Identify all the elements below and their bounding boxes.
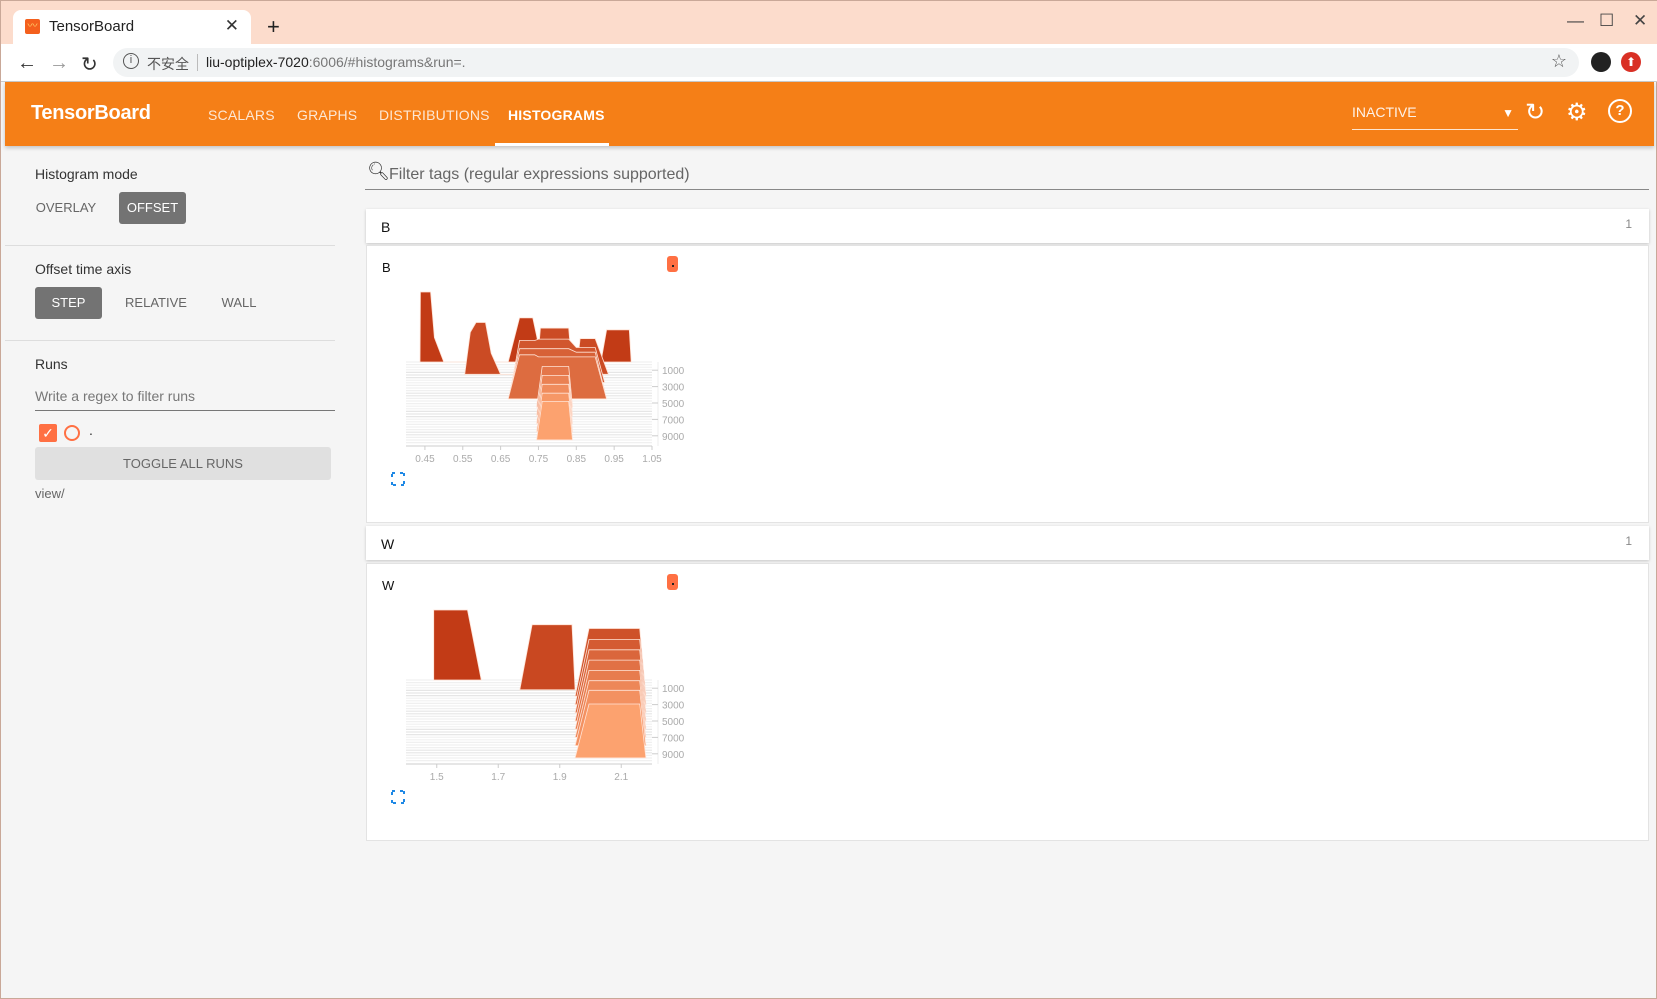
histogram-slice (433, 609, 482, 681)
runs-label: Runs (35, 356, 68, 372)
tab-distributions[interactable]: DISTRIBUTIONS (379, 107, 490, 123)
url-input[interactable]: i 不安全 liu-optiplex-7020:6006/#histograms… (113, 48, 1579, 77)
toggle-all-runs-button[interactable]: TOGGLE ALL RUNS (35, 447, 331, 480)
logdir-label: view/ (35, 486, 65, 501)
category-header-w[interactable]: W 1 (366, 526, 1649, 560)
tab-scalars[interactable]: SCALARS (208, 107, 275, 123)
update-icon[interactable]: ⬆ (1621, 52, 1641, 72)
reload-data-icon[interactable]: ↻ (1525, 98, 1545, 127)
overlay-button[interactable]: OVERLAY (35, 192, 97, 224)
back-icon[interactable]: ← (17, 52, 37, 75)
settings-gear-icon[interactable]: ⚙ (1566, 98, 1588, 127)
fullscreen-icon[interactable] (391, 790, 405, 804)
app-header: TensorBoard SCALARS GRAPHS DISTRIBUTIONS… (5, 82, 1654, 146)
histogram-card-b: B 0.45 0.55 0.65 0.75 0.85 0.95 1.05 1000 3000 50… (366, 245, 1649, 523)
y-tick-label: 9000 (662, 432, 685, 443)
run-name: . (89, 422, 93, 438)
runs-filter-input[interactable]: Write a regex to filter runs (35, 386, 335, 411)
category-name: B (381, 219, 391, 235)
x-tick-label: 0.95 (604, 454, 624, 465)
dropdown-arrow-icon: ▼ (1502, 106, 1514, 120)
histogram-chart-w: 1.5 1.7 1.9 2.1 1000 3000 5000 7000 9000 (406, 609, 685, 783)
y-tick-label: 7000 (662, 415, 685, 426)
new-tab-icon[interactable]: + (267, 14, 280, 40)
minimize-icon[interactable]: — (1567, 11, 1584, 31)
forward-icon[interactable]: → (49, 52, 69, 75)
app-title: TensorBoard (31, 102, 151, 124)
help-icon[interactable]: ? (1608, 99, 1632, 123)
insecure-label: 不安全 (147, 56, 189, 72)
y-tick-label: 5000 (662, 399, 685, 410)
x-tick-label: 0.65 (491, 454, 511, 465)
sidebar: Histogram mode OVERLAY OFFSET Offset tim… (5, 146, 335, 996)
tab-graphs[interactable]: GRAPHS (297, 107, 357, 123)
y-tick-label: 5000 (662, 717, 685, 728)
url-host: liu-optiplex-7020 (206, 54, 309, 70)
y-tick-label: 3000 (662, 383, 685, 394)
histogram-slice (519, 624, 576, 691)
y-tick-label: 9000 (662, 750, 685, 761)
x-tick-label: 1.5 (430, 772, 444, 783)
histogram-card-w: W 1.5 1.7 1.9 2.1 1000 3000 5000 7000 9000 (366, 563, 1649, 841)
wall-button[interactable]: WALL (211, 287, 267, 319)
category-count: 1 (1625, 217, 1632, 231)
x-tick-label: 0.85 (567, 454, 587, 465)
plugin-select[interactable]: INACTIVE ▼ (1352, 104, 1518, 130)
tag-filter-placeholder: Filter tags (regular expressions support… (389, 166, 690, 183)
histogram-mode-label: Histogram mode (35, 166, 138, 182)
address-bar-row: ← → ↻ i 不安全 liu-optiplex-7020:6006/#hist… (1, 44, 1657, 82)
search-icon: 🔍︎ (367, 161, 390, 181)
x-tick-label: 1.05 (642, 454, 662, 465)
tag-filter-input[interactable]: 🔍︎ Filter tags (regular expressions supp… (365, 161, 1649, 190)
histogram-chart-b: 0.45 0.55 0.65 0.75 0.85 0.95 1.05 1000 3000 5000… (406, 291, 685, 465)
time-axis-label: Offset time axis (35, 261, 132, 277)
close-tab-icon[interactable]: ✕ (225, 16, 239, 36)
divider (197, 54, 198, 71)
y-tick-label: 7000 (662, 733, 685, 744)
x-tick-label: 1.7 (491, 772, 505, 783)
divider (5, 340, 335, 341)
run-checkbox[interactable]: ✓ (39, 424, 57, 442)
relative-button[interactable]: RELATIVE (119, 287, 193, 319)
x-tick-label: 1.9 (553, 772, 567, 783)
offset-button[interactable]: OFFSET (119, 192, 186, 224)
x-tick-label: 0.45 (415, 454, 435, 465)
x-tick-label: 0.55 (453, 454, 473, 465)
url-text: liu-optiplex-7020:6006/#histograms&run=. (206, 54, 466, 70)
active-tab-indicator (495, 143, 609, 146)
maximize-icon[interactable]: ☐ (1599, 11, 1614, 31)
bookmark-star-icon[interactable]: ☆ (1551, 51, 1567, 72)
category-count: 1 (1625, 534, 1632, 548)
divider (5, 245, 335, 246)
close-window-icon[interactable]: ✕ (1633, 11, 1647, 31)
y-tick-label: 1000 (662, 684, 685, 695)
category-name: W (381, 536, 395, 552)
run-color-swatch (667, 256, 678, 272)
profile-icon[interactable] (1591, 52, 1611, 72)
histogram-slice (536, 400, 573, 441)
fullscreen-icon[interactable] (391, 472, 405, 486)
category-header-b[interactable]: B 1 (366, 209, 1649, 243)
x-tick-label: 0.75 (529, 454, 549, 465)
url-path: :6006/#histograms&run=. (308, 54, 466, 70)
plugin-select-value: INACTIVE (1352, 104, 1417, 120)
run-color-radio[interactable] (64, 425, 80, 441)
y-tick-label: 1000 (662, 366, 685, 377)
tab-histograms[interactable]: HISTOGRAMS (508, 107, 605, 123)
tab-title: TensorBoard (49, 18, 135, 35)
browser-tab[interactable]: 〰 TensorBoard ✕ (13, 10, 251, 44)
reload-icon[interactable]: ↻ (81, 52, 98, 77)
x-tick-label: 2.1 (614, 772, 628, 783)
y-tick-label: 3000 (662, 701, 685, 712)
step-button[interactable]: STEP (35, 287, 102, 319)
run-color-swatch (667, 574, 678, 590)
tensorboard-favicon-icon: 〰 (25, 19, 40, 34)
info-icon[interactable]: i (123, 53, 139, 69)
